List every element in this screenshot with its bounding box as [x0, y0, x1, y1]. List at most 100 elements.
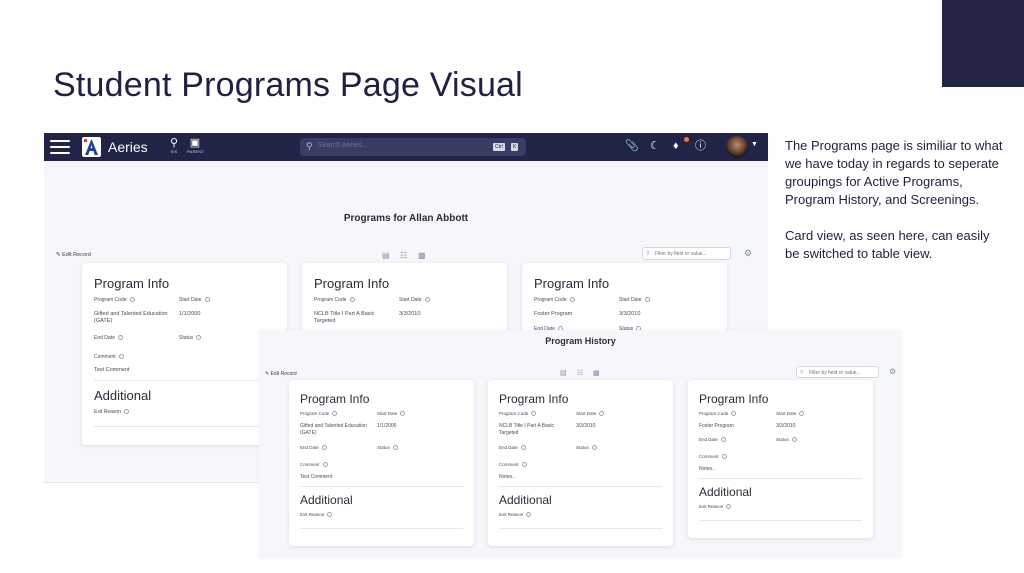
history-card[interactable]: Program Info Program Code Start Date Fos… — [688, 380, 873, 538]
program-card[interactable]: Program Info Program Code Start Date Gif… — [82, 263, 287, 445]
program-code-value: Gifted and Talented Education (GATE) — [94, 311, 168, 325]
start-date-value: 1/1/2000 — [377, 423, 397, 429]
notification-bell-icon[interactable]: ♦ — [673, 140, 679, 152]
info-icon[interactable] — [644, 297, 650, 303]
info-icon[interactable] — [322, 462, 328, 468]
start-date-value: 3/3/2010 — [619, 311, 641, 317]
info-icon[interactable] — [591, 445, 597, 451]
info-icon[interactable] — [720, 437, 726, 443]
card-view-icon[interactable]: ▤ — [560, 369, 567, 377]
exit-reason-label: Exit Reason — [300, 512, 333, 518]
end-date-label: End Date — [94, 335, 123, 341]
comment-value: Notes.. — [499, 474, 515, 480]
additional-heading: Additional — [699, 485, 752, 499]
end-date-label: End Date — [699, 437, 726, 443]
info-icon[interactable] — [799, 411, 805, 417]
info-icon[interactable] — [118, 354, 124, 360]
history-card[interactable]: Program Info Program Code Start Date Gif… — [289, 380, 474, 546]
info-icon[interactable] — [526, 512, 532, 518]
info-icon[interactable] — [129, 297, 135, 303]
nav-sis-label: SIS — [170, 149, 178, 154]
aeries-logo[interactable] — [82, 137, 101, 157]
nav-parent[interactable]: ▣ PARENT — [187, 137, 204, 154]
info-icon[interactable] — [392, 445, 398, 451]
help-icon[interactable]: ⓘ — [695, 140, 706, 152]
end-date-label: End Date — [300, 445, 327, 451]
edit-record-label: Edit Record — [270, 371, 297, 377]
start-date-label: Start Date — [619, 297, 650, 303]
info-icon[interactable] — [400, 411, 406, 417]
info-icon[interactable] — [521, 462, 527, 468]
filter-box[interactable]: ▿ — [642, 247, 731, 260]
comment-value: Test Comment — [94, 367, 130, 373]
info-icon[interactable] — [204, 297, 210, 303]
divider — [699, 520, 862, 521]
gear-icon[interactable]: ⚙ — [744, 248, 752, 259]
divider — [699, 478, 862, 479]
search-input[interactable] — [318, 142, 458, 149]
comment-label: Comment — [499, 462, 527, 468]
filter-funnel-icon: ▿ — [646, 250, 650, 257]
program-code-value: Foster Program — [699, 423, 734, 429]
slide-title: Student Programs Page Visual — [53, 66, 523, 104]
programs-page-title: Programs for Allan Abbott — [343, 213, 469, 224]
table-view-icon[interactable]: ☷ — [577, 369, 583, 377]
comment-label: Comment — [300, 462, 328, 468]
info-icon[interactable] — [531, 411, 537, 417]
search-icon: ⚲ — [306, 141, 313, 151]
start-date-value: 1/1/2000 — [179, 311, 201, 317]
start-date-label: Start Date — [377, 411, 406, 417]
info-icon[interactable] — [327, 512, 333, 518]
app-top-bar: Aeries ⚲ SIS ▣ PARENT ⚲ Ctrl K 📎 ☾ ♦ ⓘ ▼ — [44, 133, 768, 161]
start-date-label: Start Date — [776, 411, 805, 417]
program-info-heading: Program Info — [314, 276, 390, 291]
dark-mode-moon-icon[interactable]: ☾ — [650, 140, 660, 152]
chevron-down-icon[interactable]: ▼ — [751, 141, 758, 148]
info-icon[interactable] — [520, 445, 526, 451]
menu-icon[interactable] — [50, 140, 70, 154]
info-icon[interactable] — [321, 445, 327, 451]
location-pin-icon: ⚲ — [169, 137, 179, 149]
exit-reason-label: Exit Reason — [94, 409, 129, 415]
search-bar[interactable]: ⚲ Ctrl K — [300, 138, 526, 156]
card-view-icon[interactable]: ▤ — [382, 251, 390, 260]
info-icon[interactable] — [123, 409, 129, 415]
edit-record-button[interactable]: ✎ Edit Record — [265, 371, 297, 377]
shortcut-key-ctrl: Ctrl — [493, 143, 505, 151]
nav-sis[interactable]: ⚲ SIS — [166, 137, 182, 154]
info-icon[interactable] — [424, 297, 430, 303]
comment-value: Test Comment — [300, 474, 333, 480]
comment-value: Notes.. — [699, 466, 715, 472]
info-icon[interactable] — [569, 297, 575, 303]
info-icon[interactable] — [731, 411, 737, 417]
program-history-screenshot: Program History ✎ Edit Record ▤ ☷ ▩ ▿ ⚙ … — [259, 330, 902, 558]
info-icon[interactable] — [721, 454, 727, 460]
info-icon[interactable] — [349, 297, 355, 303]
gear-icon[interactable]: ⚙ — [889, 367, 896, 376]
start-date-label: Start Date — [576, 411, 605, 417]
info-icon[interactable] — [726, 504, 732, 510]
filter-box[interactable]: ▿ — [796, 366, 879, 378]
status-label: Status — [377, 445, 398, 451]
exit-reason-label: Exit Reason — [499, 512, 532, 518]
info-icon[interactable] — [332, 411, 338, 417]
filter-input[interactable] — [655, 251, 725, 257]
filter-funnel-icon: ▿ — [800, 369, 804, 376]
list-view-icon[interactable]: ▩ — [593, 369, 600, 377]
end-date-label: End Date — [499, 445, 526, 451]
info-icon[interactable] — [196, 335, 202, 341]
divider — [94, 426, 275, 427]
divider — [94, 380, 275, 381]
history-card[interactable]: Program Info Program Code Start Date NCL… — [488, 380, 673, 546]
info-icon[interactable] — [599, 411, 605, 417]
start-date-value: 3/3/2010 — [576, 423, 596, 429]
paperclip-icon[interactable]: 📎 — [625, 140, 639, 152]
divider — [300, 486, 463, 487]
edit-record-button[interactable]: ✎ Edit Record — [56, 252, 91, 258]
info-icon[interactable] — [791, 437, 797, 443]
user-avatar[interactable] — [726, 136, 748, 158]
filter-input[interactable] — [809, 370, 879, 376]
list-view-icon[interactable]: ▩ — [418, 251, 426, 260]
info-icon[interactable] — [117, 335, 123, 341]
table-view-icon[interactable]: ☷ — [400, 251, 407, 260]
